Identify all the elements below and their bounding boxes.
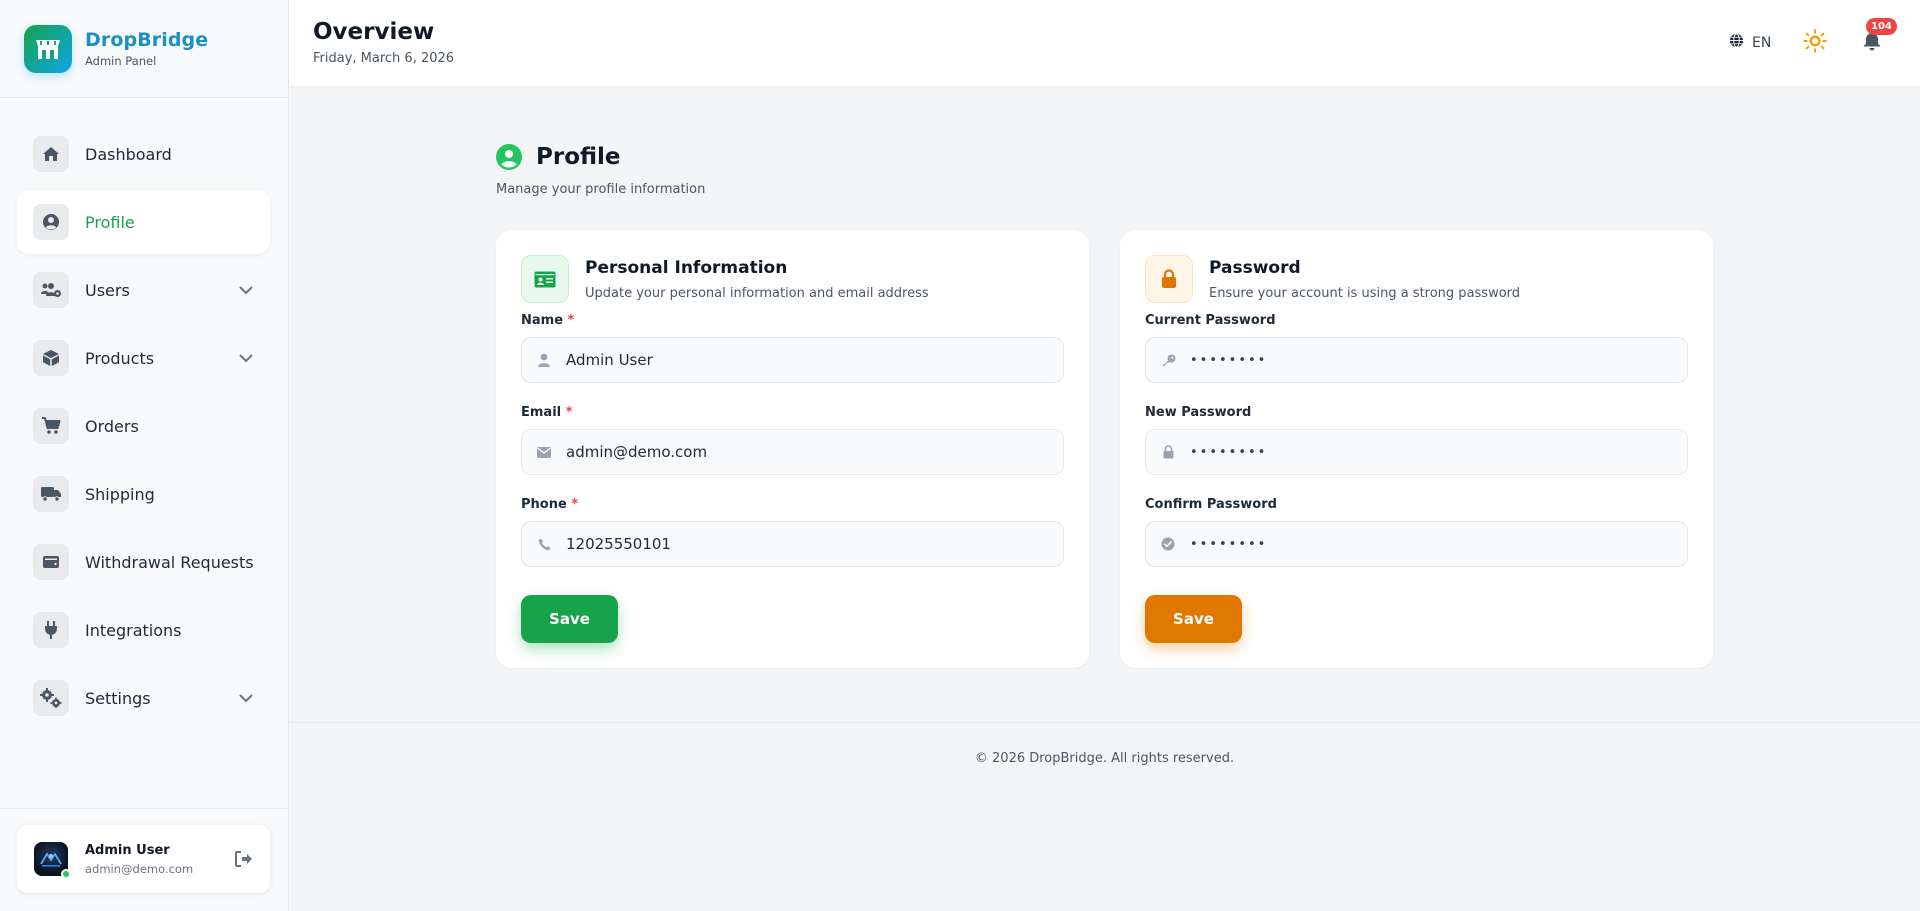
online-status-dot <box>61 869 71 879</box>
required-mark: * <box>571 497 579 512</box>
sidebar-item-products[interactable]: Products <box>17 326 270 390</box>
name-value: Admin User <box>566 351 653 369</box>
required-mark: * <box>567 313 575 328</box>
lock-icon <box>1145 255 1193 303</box>
sidebar-item-shipping[interactable]: Shipping <box>17 462 270 526</box>
store-logo-icon <box>24 24 72 73</box>
users-cog-icon <box>33 272 69 308</box>
new-password-label: New Password <box>1145 405 1252 420</box>
save-password-button[interactable]: Save <box>1145 595 1242 643</box>
sidebar-item-orders[interactable]: Orders <box>17 394 270 458</box>
page-subtitle: Manage your profile information <box>496 182 706 197</box>
cart-icon <box>33 408 69 444</box>
email-value: admin@demo.com <box>566 443 708 461</box>
confirm-password-value: •••••••• <box>1190 536 1268 552</box>
email-label: Email * <box>521 405 573 420</box>
check-circle-icon <box>1160 536 1176 552</box>
notification-badge: 104 <box>1866 18 1897 35</box>
password-card: Password Ensure your account is using a … <box>1120 230 1713 668</box>
brand[interactable]: DropBridge Admin Panel <box>0 0 288 98</box>
sidebar-item-label: Dashboard <box>85 144 172 164</box>
user-icon <box>536 352 552 368</box>
id-card-icon <box>521 255 569 303</box>
sidebar-nav: Dashboard Profile Users Products Orders … <box>0 98 288 730</box>
confirm-password-label: Confirm Password <box>1145 497 1277 512</box>
personal-info-card: Personal Information Update your persona… <box>496 230 1089 668</box>
sidebar-item-label: Withdrawal Requests <box>85 552 254 572</box>
user-circle-icon <box>496 144 522 170</box>
chevron-down-icon[interactable] <box>238 350 254 366</box>
phone-label: Phone * <box>521 497 579 512</box>
sidebar-item-dashboard[interactable]: Dashboard <box>17 122 270 186</box>
header-date: Friday, March 6, 2026 <box>313 51 455 66</box>
email-field[interactable]: admin@demo.com <box>521 429 1064 475</box>
footer-copyright: © 2026 DropBridge. All rights reserved. <box>974 751 1235 766</box>
home-icon <box>33 136 69 172</box>
page-heading: Profile Manage your profile information <box>496 144 705 197</box>
name-label: Name * <box>521 313 575 328</box>
sidebar-item-label: Settings <box>85 688 151 708</box>
language-switcher[interactable]: EN <box>1729 33 1771 52</box>
footer-divider <box>289 722 1920 723</box>
logout-icon[interactable] <box>234 849 254 869</box>
user-card-section: Admin User admin@demo.com <box>0 808 289 911</box>
phone-icon <box>536 536 552 552</box>
card-subtitle: Ensure your account is using a strong pa… <box>1209 286 1521 301</box>
card-title: Password <box>1209 258 1301 278</box>
sun-icon[interactable] <box>1802 28 1828 54</box>
page-title: Profile <box>536 144 621 170</box>
name-field[interactable]: Admin User <box>521 337 1064 383</box>
sidebar-item-withdrawal-requests[interactable]: Withdrawal Requests <box>17 530 270 594</box>
sidebar-item-label: Profile <box>85 212 135 232</box>
key-icon <box>1160 352 1176 368</box>
phone-value: 12025550101 <box>566 535 671 553</box>
new-password-field[interactable]: •••••••• <box>1145 429 1688 475</box>
chevron-down-icon[interactable] <box>238 282 254 298</box>
envelope-icon <box>536 444 552 460</box>
confirm-password-field[interactable]: •••••••• <box>1145 521 1688 567</box>
current-password-field[interactable]: •••••••• <box>1145 337 1688 383</box>
card-subtitle: Update your personal information and ema… <box>585 286 929 301</box>
user-circle-icon <box>33 204 69 240</box>
required-mark: * <box>565 405 573 420</box>
sidebar-item-settings[interactable]: Settings <box>17 666 270 730</box>
sidebar-item-label: Users <box>85 280 130 300</box>
current-password-label: Current Password <box>1145 313 1276 328</box>
cogs-icon <box>33 680 69 716</box>
language-label: EN <box>1752 34 1772 51</box>
current-password-value: •••••••• <box>1190 352 1268 368</box>
top-header: Overview Friday, March 6, 2026 EN 104 <box>289 0 1920 86</box>
sidebar-item-label: Orders <box>85 416 139 436</box>
chevron-down-icon[interactable] <box>238 690 254 706</box>
header-title: Overview <box>313 19 435 45</box>
brand-name: DropBridge <box>85 29 209 51</box>
sidebar-item-label: Shipping <box>85 484 155 504</box>
sidebar-item-label: Integrations <box>85 620 182 640</box>
card-title: Personal Information <box>585 258 788 278</box>
phone-field[interactable]: 12025550101 <box>521 521 1064 567</box>
sidebar-item-label: Products <box>85 348 155 368</box>
user-card[interactable]: Admin User admin@demo.com <box>17 825 270 893</box>
globe-icon <box>1729 33 1744 52</box>
plug-icon <box>33 612 69 648</box>
sidebar-item-users[interactable]: Users <box>17 258 270 322</box>
box-icon <box>33 340 69 376</box>
avatar <box>34 842 71 879</box>
user-email: admin@demo.com <box>85 861 194 876</box>
wallet-icon <box>33 544 69 580</box>
truck-icon <box>33 476 69 512</box>
sidebar: DropBridge Admin Panel Dashboard Profile… <box>0 0 289 911</box>
sidebar-item-integrations[interactable]: Integrations <box>17 598 270 662</box>
user-name: Admin User <box>85 842 170 858</box>
sidebar-item-profile[interactable]: Profile <box>17 190 270 254</box>
new-password-value: •••••••• <box>1190 444 1268 460</box>
save-profile-button[interactable]: Save <box>521 595 618 643</box>
brand-subtitle: Admin Panel <box>85 54 157 68</box>
lock-icon <box>1160 444 1176 460</box>
